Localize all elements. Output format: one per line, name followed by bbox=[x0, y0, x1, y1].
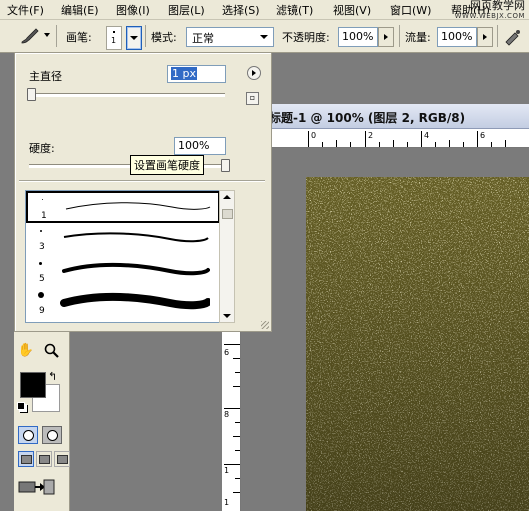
ruler-label: 0 bbox=[311, 131, 317, 140]
hardness-tooltip: 设置画笔硬度 bbox=[130, 155, 204, 175]
screen-mode-standard-button[interactable] bbox=[18, 451, 34, 467]
flow-label: 流量: bbox=[405, 31, 431, 44]
mode-value: 正常 bbox=[192, 32, 214, 45]
airbrush-icon[interactable] bbox=[503, 28, 523, 46]
opacity-value: 100% bbox=[342, 30, 374, 43]
master-diameter-input[interactable]: 1 px bbox=[167, 65, 226, 83]
master-diameter-label: 主直径 bbox=[29, 70, 62, 83]
create-preset-icon[interactable]: ▫ bbox=[246, 92, 259, 105]
brush-preview[interactable]: 1 bbox=[106, 26, 122, 50]
jump-to-imageready-icon[interactable] bbox=[18, 478, 56, 496]
noise-texture bbox=[306, 177, 529, 511]
preset-list-scrollbar[interactable] bbox=[219, 190, 235, 323]
brush-preset-picker: 主直径 1 px ▫ 硬度: 100% 设置画笔硬度 1 3 5 9 bbox=[14, 52, 272, 332]
swap-colors-icon[interactable]: ↰ bbox=[48, 370, 57, 383]
menu-bar: 文件(F) 编辑(E) 图像(I) 图层(L) 选择(S) 滤镜(T) 视图(V… bbox=[0, 0, 529, 20]
image-canvas[interactable] bbox=[306, 177, 529, 511]
chevron-right-icon bbox=[483, 34, 487, 40]
options-bar: 画笔: 1 模式: 正常 不透明度: 100% 流量: 100% bbox=[0, 20, 529, 53]
hardness-label: 硬度: bbox=[29, 142, 55, 155]
menu-image[interactable]: 图像(I) bbox=[116, 2, 150, 18]
brush-size: 1 bbox=[111, 36, 117, 45]
opacity-input[interactable]: 100% bbox=[338, 27, 378, 47]
hardness-input[interactable]: 100% bbox=[174, 137, 226, 155]
opacity-slider-button[interactable] bbox=[378, 27, 394, 47]
quick-mask-button[interactable] bbox=[42, 426, 62, 444]
resize-grip-icon[interactable] bbox=[261, 321, 269, 329]
brush-picker-button[interactable] bbox=[126, 26, 142, 50]
scroll-down-icon[interactable] bbox=[223, 314, 231, 318]
watermark: 网页教学网 WWW.WEBJX.COM bbox=[455, 0, 525, 22]
brush-picker-menu-button[interactable] bbox=[247, 66, 261, 80]
menu-file[interactable]: 文件(F) bbox=[7, 2, 44, 18]
separator bbox=[497, 25, 498, 47]
separator bbox=[56, 25, 57, 47]
master-diameter-slider-thumb[interactable] bbox=[27, 88, 36, 101]
hardness-slider-thumb[interactable] bbox=[221, 159, 230, 172]
menu-filter[interactable]: 滤镜(T) bbox=[276, 2, 313, 18]
ruler-label: 4 bbox=[424, 131, 430, 140]
ruler-label: 6 bbox=[480, 131, 486, 140]
ruler-label: 1 bbox=[224, 498, 230, 507]
default-colors-icon[interactable] bbox=[17, 402, 25, 410]
menu-select[interactable]: 选择(S) bbox=[222, 2, 260, 18]
brush-preset-size: 5 bbox=[39, 274, 45, 284]
scrollbar-thumb[interactable] bbox=[222, 209, 233, 219]
master-diameter-value: 1 px bbox=[171, 67, 197, 80]
brush-preset-size: 3 bbox=[39, 242, 45, 252]
flow-value: 100% bbox=[441, 30, 473, 43]
chevron-down-icon bbox=[130, 36, 138, 40]
divider bbox=[19, 180, 265, 182]
chevron-right-icon bbox=[384, 34, 388, 40]
ruler-label: 6 bbox=[224, 348, 230, 357]
ruler-label: 2 bbox=[368, 131, 374, 140]
hardness-value: 100% bbox=[178, 139, 210, 152]
flow-slider-button[interactable] bbox=[477, 27, 493, 47]
scroll-up-icon[interactable] bbox=[223, 195, 231, 199]
menu-edit[interactable]: 编辑(E) bbox=[61, 2, 99, 18]
document-title: 标题-1 @ 100% (图层 2, RGB/8) bbox=[269, 111, 466, 125]
brush-preset-item[interactable]: 1 bbox=[26, 191, 220, 223]
ruler-label: 8 bbox=[224, 410, 230, 419]
brush-dot-icon bbox=[113, 31, 115, 33]
brush-tool-icon[interactable] bbox=[18, 26, 42, 46]
brush-preset-size: 1 bbox=[41, 211, 47, 221]
flow-input[interactable]: 100% bbox=[437, 27, 477, 47]
watermark-title: 网页教学网 bbox=[470, 0, 525, 12]
zoom-tool-icon[interactable] bbox=[42, 342, 62, 360]
standard-mode-button[interactable] bbox=[18, 426, 38, 444]
menu-view[interactable]: 视图(V) bbox=[333, 2, 371, 18]
chevron-down-icon bbox=[260, 35, 268, 39]
brush-preset-item[interactable]: 9 bbox=[26, 287, 220, 319]
separator bbox=[399, 25, 400, 47]
separator bbox=[145, 25, 146, 47]
foreground-color-swatch[interactable] bbox=[20, 372, 46, 398]
hand-tool-icon[interactable]: ✋ bbox=[16, 342, 36, 360]
brush-preset-size: 9 bbox=[39, 306, 45, 316]
tools-panel: ✋ ↰ bbox=[14, 330, 70, 511]
ruler-label: 1 bbox=[224, 466, 230, 475]
opacity-label: 不透明度: bbox=[282, 31, 330, 44]
menu-window[interactable]: 窗口(W) bbox=[390, 2, 431, 18]
screen-mode-full-button[interactable] bbox=[54, 451, 70, 467]
brush-preset-item[interactable]: 5 bbox=[26, 255, 220, 287]
brush-preset-item[interactable]: 3 bbox=[26, 223, 220, 255]
menu-layer[interactable]: 图层(L) bbox=[168, 2, 205, 18]
mode-select[interactable]: 正常 bbox=[186, 27, 274, 47]
master-diameter-slider[interactable] bbox=[29, 93, 225, 97]
chevron-right-icon bbox=[252, 70, 256, 76]
screen-mode-menus-button[interactable] bbox=[36, 451, 52, 467]
mode-label: 模式: bbox=[151, 31, 177, 44]
brush-preset-list[interactable]: 1 3 5 9 bbox=[25, 190, 221, 323]
tool-preset-dropdown-icon[interactable] bbox=[44, 33, 50, 37]
brush-label: 画笔: bbox=[66, 31, 92, 44]
